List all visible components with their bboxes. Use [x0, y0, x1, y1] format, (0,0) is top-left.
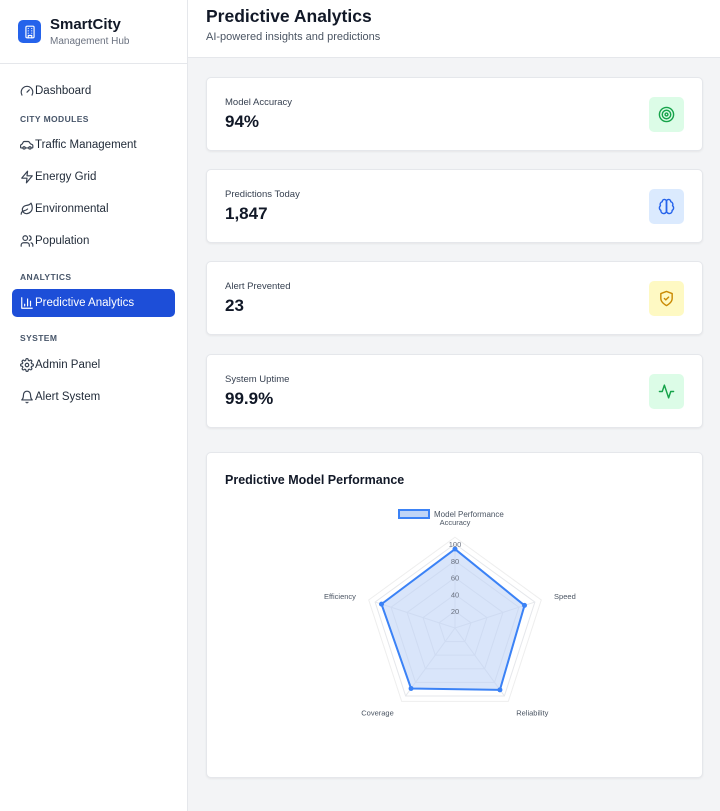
sidebar-nav: Dashboard CITY MODULES Traffic Managemen…	[0, 64, 187, 411]
sidebar-item-label: Predictive Analytics	[35, 297, 135, 309]
chart-card: Predictive Model Performance 20 40 60 80 100…	[206, 452, 703, 778]
stat-label: System Uptime	[225, 373, 290, 385]
settings-icon	[20, 358, 34, 372]
sidebar-item-population[interactable]: Population	[12, 227, 175, 255]
legend-swatch	[398, 509, 430, 519]
page-subtitle: AI-powered insights and predictions	[206, 31, 381, 43]
target-icon	[649, 96, 684, 132]
leaf-icon	[20, 202, 33, 215]
axis-label: Speed	[554, 592, 576, 601]
data-point	[379, 601, 385, 607]
brain-icon	[649, 188, 684, 224]
sidebar-item-admin-panel[interactable]: Admin Panel	[12, 351, 175, 379]
stat-value: 23	[225, 295, 244, 315]
sidebar-item-label: Energy Grid	[35, 171, 97, 183]
series-area	[380, 548, 526, 691]
sidebar-item-dashboard[interactable]: Dashboard	[12, 77, 175, 105]
data-point	[497, 687, 503, 693]
bell-icon	[21, 390, 33, 404]
sidebar: SmartCity Management Hub Dashboard CITY …	[0, 0, 188, 811]
radar-chart: 20 40 60 80 100 Accuracy Speed Reliability Cover…	[324, 509, 576, 717]
tick-label: 80	[451, 557, 459, 566]
axis-label: Reliability	[516, 708, 548, 717]
main-content: Predictive Analytics AI-powered insights…	[188, 0, 720, 811]
sidebar-item-label: Environmental	[35, 203, 109, 215]
sidebar-item-traffic[interactable]: Traffic Management	[12, 131, 175, 159]
sidebar-item-label: Admin Panel	[35, 359, 101, 371]
activity-icon	[649, 373, 684, 409]
stat-label: Model Accuracy	[225, 96, 293, 108]
stat-card-system-uptime: System Uptime 99.9%	[206, 354, 703, 428]
shield-check-icon	[649, 280, 684, 316]
stat-card-model-accuracy: Model Accuracy 94%	[206, 77, 703, 151]
section-city-modules: CITY MODULES	[20, 114, 89, 124]
brand-subtitle: Management Hub	[50, 35, 130, 47]
sidebar-item-energy[interactable]: Energy Grid	[12, 163, 175, 191]
sidebar-item-label: Population	[35, 235, 90, 247]
tick-label: 100	[449, 540, 462, 549]
brand-name: SmartCity	[50, 15, 121, 33]
axis-label: Accuracy	[440, 518, 471, 527]
gauge-icon	[20, 85, 34, 96]
axis-label: Coverage	[361, 708, 394, 717]
section-analytics: ANALYTICS	[20, 272, 72, 282]
tick-label: 60	[451, 574, 459, 583]
stat-value: 99.9%	[225, 388, 274, 408]
stat-value: 1,847	[225, 203, 268, 223]
zap-icon	[21, 170, 33, 184]
tick-label: 20	[451, 607, 459, 616]
tick-label: 40	[451, 590, 459, 599]
stat-label: Predictions Today	[225, 188, 300, 200]
sidebar-item-label: Alert System	[35, 391, 101, 403]
stat-value: 94%	[225, 111, 260, 131]
sidebar-item-label: Traffic Management	[35, 139, 137, 151]
legend-label: Model Performance	[434, 510, 504, 519]
sidebar-item-label: Dashboard	[35, 85, 92, 97]
section-system: SYSTEM	[20, 333, 58, 343]
data-point	[522, 602, 528, 608]
data-point	[408, 685, 414, 691]
sidebar-item-alert-system[interactable]: Alert System	[12, 383, 175, 411]
page-title: Predictive Analytics	[206, 6, 372, 26]
building-icon	[18, 20, 41, 43]
sidebar-item-predictive-analytics[interactable]: Predictive Analytics	[12, 289, 175, 317]
page-header: Predictive Analytics AI-powered insights…	[188, 0, 720, 58]
brand: SmartCity Management Hub	[0, 0, 187, 64]
users-icon	[20, 235, 34, 247]
stat-label: Alert Prevented	[225, 280, 291, 292]
stat-card-alert-prevented: Alert Prevented 23	[206, 261, 703, 335]
car-icon	[20, 140, 34, 150]
bar-chart-icon	[21, 297, 33, 309]
stat-card-predictions-today: Predictions Today 1,847	[206, 169, 703, 243]
sidebar-item-environmental[interactable]: Environmental	[12, 195, 175, 223]
axis-label: Efficiency	[324, 592, 356, 601]
